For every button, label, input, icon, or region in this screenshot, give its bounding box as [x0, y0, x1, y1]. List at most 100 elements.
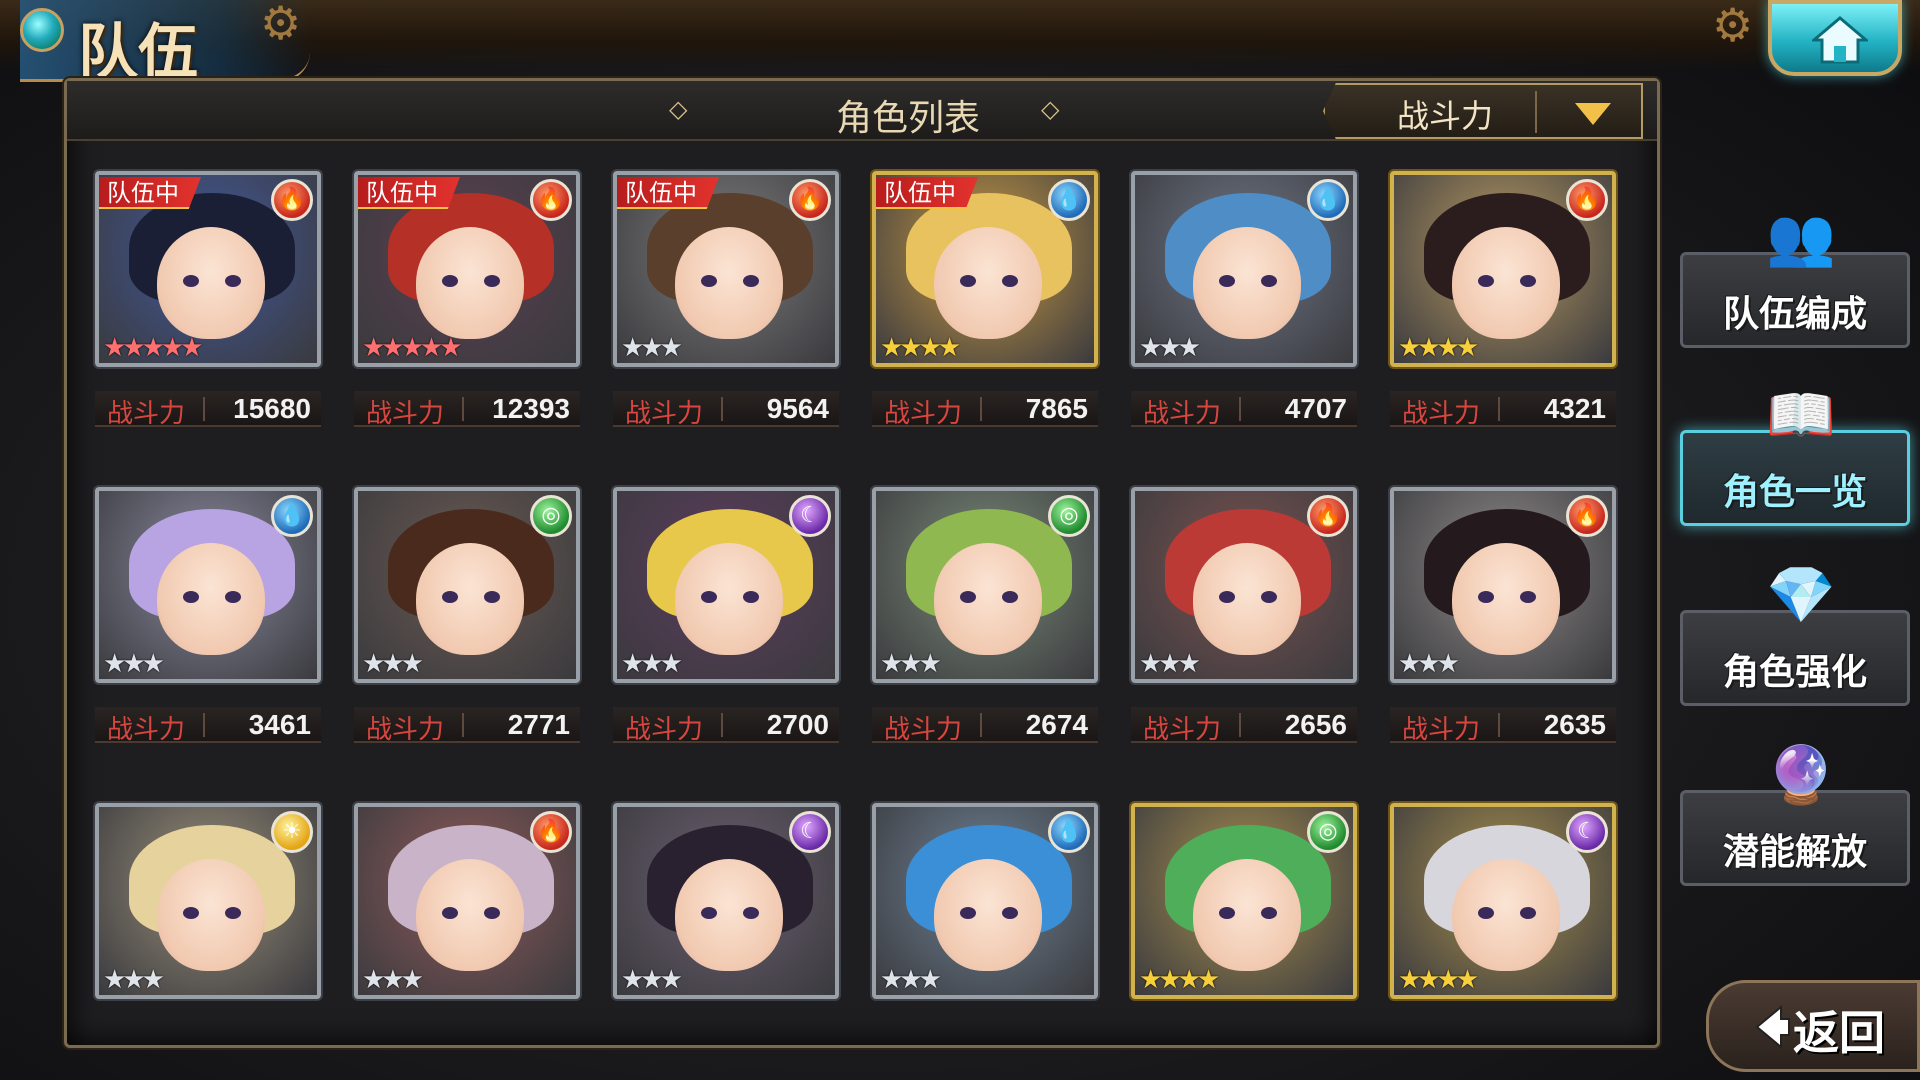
portrait-eye — [960, 591, 976, 603]
water-element-icon: 💧 — [271, 495, 313, 537]
power-divider — [1498, 397, 1500, 421]
power-label: 战斗力 — [1402, 715, 1481, 745]
fire-element-icon: 🔥 — [1307, 495, 1349, 537]
character-card[interactable]: ◎ ★★★ — [872, 487, 1098, 683]
portrait-eye — [1478, 907, 1494, 919]
side-menu-button[interactable]: 📖 角色一览 — [1680, 383, 1910, 526]
character-card[interactable]: 队伍中 🔥 ★★★★★ — [95, 171, 321, 367]
portrait-eye — [1219, 907, 1235, 919]
portrait-eye — [442, 591, 458, 603]
diamond-ornament-icon: ◇ — [1041, 95, 1060, 123]
power-value: 9564 — [766, 393, 829, 424]
power-label: 战斗力 — [625, 715, 704, 745]
water-element-icon: 💧 — [1048, 179, 1090, 221]
character-card[interactable]: 💧 ★★★ — [1131, 171, 1357, 367]
power-divider — [1239, 713, 1241, 737]
power-value: 12393 — [492, 393, 570, 424]
power-label: 战斗力 — [1143, 715, 1222, 745]
portrait-face — [1452, 227, 1560, 339]
home-icon — [1812, 16, 1868, 64]
side-menu-button[interactable]: 👥 队伍编成 — [1680, 205, 1910, 348]
power-value: 15680 — [233, 393, 311, 424]
power-divider — [980, 397, 982, 421]
portrait-face — [1193, 227, 1301, 339]
character-card[interactable]: 💧 ★★★ — [95, 487, 321, 683]
portrait-eye — [225, 907, 241, 919]
orb-icon: 🔮 — [1766, 743, 1836, 808]
portrait-eye — [484, 591, 500, 603]
portrait-eye — [1219, 275, 1235, 287]
panel-title: 角色列表 — [835, 98, 980, 139]
power-value: 2700 — [766, 709, 829, 740]
power-label: 战斗力 — [1143, 399, 1222, 429]
power-value: 2635 — [1543, 709, 1606, 740]
portrait-eye — [1002, 591, 1018, 603]
star-rating: ★★★ — [880, 649, 942, 679]
portrait-eye — [1478, 591, 1494, 603]
power-divider — [462, 397, 464, 421]
power-label: 战斗力 — [1402, 399, 1481, 429]
character-card[interactable]: 🔥 ★★★ — [354, 803, 580, 999]
power-bar: 战斗力 15680 — [95, 391, 321, 429]
portrait-face — [675, 227, 783, 339]
star-rating: ★★★ — [103, 965, 165, 995]
portrait-eye — [1520, 275, 1536, 287]
character-card[interactable]: 🔥 ★★★ — [1390, 487, 1616, 683]
character-card[interactable]: 🔥 ★★★ — [1131, 487, 1357, 683]
power-value: 2656 — [1284, 709, 1347, 740]
crystal-icon: 💎 — [1766, 563, 1836, 628]
portrait-face — [1193, 543, 1301, 655]
fire-element-icon: 🔥 — [530, 811, 572, 853]
character-card[interactable]: 🔥 ★★★★ — [1390, 171, 1616, 367]
light-element-icon: ☀ — [271, 811, 313, 853]
dark-element-icon: ☾ — [789, 811, 831, 853]
power-bar: 战斗力 2656 — [1131, 707, 1357, 745]
portrait-face — [934, 543, 1042, 655]
character-card[interactable]: 💧 ★★★ — [872, 803, 1098, 999]
star-rating: ★★★ — [362, 649, 424, 679]
wind-element-icon: ◎ — [1048, 495, 1090, 537]
portrait-face — [416, 859, 524, 971]
back-label: 返回 — [1793, 1006, 1885, 1060]
character-card[interactable]: ◎ ★★★★ — [1131, 803, 1357, 999]
power-divider — [721, 713, 723, 737]
home-button[interactable] — [1768, 0, 1902, 76]
power-value: 2771 — [507, 709, 570, 740]
portrait-face — [416, 543, 524, 655]
portrait-eye — [701, 591, 717, 603]
portrait-face — [934, 859, 1042, 971]
diamond-ornament-icon: ◇ — [669, 95, 688, 123]
portrait-eye — [701, 275, 717, 287]
side-menu-label: 潜能解放 — [1722, 832, 1867, 873]
character-card[interactable]: 队伍中 💧 ★★★★ — [872, 171, 1098, 367]
back-button[interactable]: 返回 — [1706, 980, 1920, 1072]
character-card[interactable]: 队伍中 🔥 ★★★ — [613, 171, 839, 367]
star-rating: ★★★★ — [1139, 965, 1220, 995]
back-arrow-icon — [1755, 1005, 1790, 1049]
character-card[interactable]: ☾ ★★★ — [613, 803, 839, 999]
character-card[interactable]: ◎ ★★★ — [354, 487, 580, 683]
gem-icon — [20, 8, 64, 52]
power-bar: 战斗力 2771 — [354, 707, 580, 745]
side-menu-button[interactable]: 🔮 潜能解放 — [1680, 743, 1910, 886]
character-card[interactable]: ☀ ★★★ — [95, 803, 321, 999]
character-list-panel: ◇ 角色列表 ◇ 战斗力 队伍中 🔥 ★★★★★ 战斗力 15680 队伍中 🔥 ★★★★★ 战… — [64, 78, 1660, 1048]
gear-icon: ⚙ — [260, 0, 302, 50]
portrait-face — [1452, 859, 1560, 971]
character-card[interactable]: ☾ ★★★★ — [1390, 803, 1616, 999]
power-value: 4707 — [1284, 393, 1347, 424]
portrait-eye — [442, 907, 458, 919]
side-menu-button[interactable]: 💎 角色强化 — [1680, 563, 1910, 706]
star-rating: ★★★ — [621, 333, 683, 363]
power-label: 战斗力 — [107, 715, 186, 745]
chevron-down-icon[interactable] — [1575, 103, 1611, 125]
power-divider — [980, 713, 982, 737]
portrait-eye — [960, 275, 976, 287]
character-card[interactable]: 队伍中 🔥 ★★★★★ — [354, 171, 580, 367]
sort-dropdown[interactable]: 战斗力 — [1323, 83, 1643, 139]
side-menu-label: 角色一览 — [1722, 472, 1867, 513]
portrait-eye — [1520, 907, 1536, 919]
star-rating: ★★★ — [621, 649, 683, 679]
star-rating: ★★★ — [880, 965, 942, 995]
character-card[interactable]: ☾ ★★★ — [613, 487, 839, 683]
